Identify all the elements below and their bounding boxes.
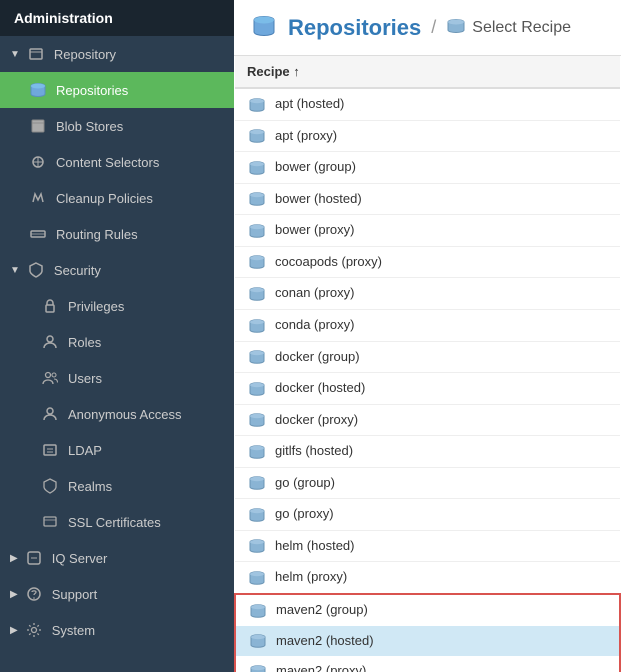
sidebar-item-cleanup-policies[interactable]: Cleanup Policies	[0, 180, 234, 216]
table-row[interactable]: apt (hosted)	[235, 88, 620, 120]
sidebar-item-roles-label: Roles	[68, 335, 101, 350]
iq-server-icon	[24, 548, 44, 568]
sidebar-item-routing-rules[interactable]: Routing Rules	[0, 216, 234, 252]
sidebar-item-roles[interactable]: Roles	[0, 324, 234, 360]
page-subtitle: Select Recipe	[472, 19, 571, 37]
sidebar-item-realms-label: Realms	[68, 479, 112, 494]
sidebar-section-security-label: Security	[54, 263, 101, 278]
table-row[interactable]: helm (proxy)	[235, 562, 620, 594]
table-row[interactable]: bower (group)	[235, 152, 620, 184]
sidebar-item-privileges[interactable]: Privileges	[0, 288, 234, 324]
sidebar-section-repository-label: Repository	[54, 47, 116, 62]
table-row[interactable]: conda (proxy)	[235, 309, 620, 341]
sidebar-item-ssl-certificates-label: SSL Certificates	[68, 515, 161, 530]
sidebar-item-realms[interactable]: Realms	[0, 468, 234, 504]
repository-icon	[26, 44, 46, 64]
chevron-right-icon-iq: ▶	[10, 553, 18, 564]
sidebar-section-support[interactable]: ▶ Support	[0, 576, 234, 612]
sidebar-item-ldap[interactable]: LDAP	[0, 432, 234, 468]
sidebar-section-iq-server[interactable]: ▶ IQ Server	[0, 540, 234, 576]
realms-icon	[40, 476, 60, 496]
roles-icon	[40, 332, 60, 352]
sidebar-section-iq-server-label: IQ Server	[52, 551, 108, 566]
ldap-icon	[40, 440, 60, 460]
sidebar-item-content-selectors[interactable]: Content Selectors	[0, 144, 234, 180]
column-recipe[interactable]: Recipe ↑	[235, 56, 620, 88]
sidebar-item-blob-stores-label: Blob Stores	[56, 119, 123, 134]
cleanup-policies-icon	[28, 188, 48, 208]
main-header: Repositories / Select Recipe	[234, 0, 621, 56]
table-row[interactable]: docker (hosted)	[235, 373, 620, 405]
table-row[interactable]: maven2 (hosted)	[235, 626, 620, 657]
table-row[interactable]: docker (group)	[235, 341, 620, 373]
chevron-right-icon-system: ▶	[10, 625, 18, 636]
table-row[interactable]: go (group)	[235, 467, 620, 499]
chevron-right-icon-support: ▶	[10, 589, 18, 600]
sidebar-item-users[interactable]: Users	[0, 360, 234, 396]
sidebar-item-anonymous-access[interactable]: Anonymous Access	[0, 396, 234, 432]
security-icon	[26, 260, 46, 280]
support-icon	[24, 584, 44, 604]
repositories-icon	[28, 80, 48, 100]
sidebar-item-users-label: Users	[68, 371, 102, 386]
table-row[interactable]: cocoapods (proxy)	[235, 246, 620, 278]
sidebar-item-anonymous-access-label: Anonymous Access	[68, 407, 181, 422]
sidebar-section-repository[interactable]: ▼ Repository	[0, 36, 234, 72]
chevron-down-icon: ▼	[10, 49, 20, 60]
blob-stores-icon	[28, 116, 48, 136]
sidebar-section-security[interactable]: ▼ Security	[0, 252, 234, 288]
ssl-certificates-icon	[40, 512, 60, 532]
table-row[interactable]: gitlfs (hosted)	[235, 436, 620, 468]
table-row[interactable]: go (proxy)	[235, 499, 620, 531]
page-title: Repositories	[288, 15, 421, 41]
users-icon	[40, 368, 60, 388]
repositories-header-icon	[250, 14, 278, 41]
sidebar-item-content-selectors-label: Content Selectors	[56, 155, 159, 170]
sidebar-section-system-label: System	[52, 623, 95, 638]
privileges-icon	[40, 296, 60, 316]
sidebar-item-repositories-label: Repositories	[56, 83, 128, 98]
table-row[interactable]: apt (proxy)	[235, 120, 620, 152]
sidebar-item-routing-rules-label: Routing Rules	[56, 227, 138, 242]
sidebar-header: Administration	[0, 0, 234, 36]
routing-rules-icon	[28, 224, 48, 244]
sidebar-item-cleanup-policies-label: Cleanup Policies	[56, 191, 153, 206]
sidebar-section-support-label: Support	[52, 587, 98, 602]
recipe-table: Recipe ↑ apt (hosted)apt (proxy)bower (g…	[234, 56, 621, 672]
chevron-down-icon-security: ▼	[10, 265, 20, 276]
content-selectors-icon	[28, 152, 48, 172]
sidebar-item-blob-stores[interactable]: Blob Stores	[0, 108, 234, 144]
table-row[interactable]: bower (hosted)	[235, 183, 620, 215]
table-row[interactable]: docker (proxy)	[235, 404, 620, 436]
sidebar: Administration ▼ Repository Repositories…	[0, 0, 234, 672]
table-row[interactable]: maven2 (proxy)	[235, 656, 620, 672]
recipe-table-container[interactable]: Recipe ↑ apt (hosted)apt (proxy)bower (g…	[234, 56, 621, 672]
table-row[interactable]: maven2 (group)	[235, 594, 620, 626]
table-row[interactable]: conan (proxy)	[235, 278, 620, 310]
table-row[interactable]: bower (proxy)	[235, 215, 620, 247]
breadcrumb-separator: /	[431, 17, 436, 38]
system-icon	[24, 620, 44, 640]
table-row[interactable]: helm (hosted)	[235, 530, 620, 562]
sidebar-section-system[interactable]: ▶ System	[0, 612, 234, 648]
sidebar-item-privileges-label: Privileges	[68, 299, 124, 314]
anonymous-icon	[40, 404, 60, 424]
sidebar-item-repositories[interactable]: Repositories	[0, 72, 234, 108]
recipe-icon	[446, 17, 466, 38]
sidebar-item-ldap-label: LDAP	[68, 443, 102, 458]
sidebar-item-ssl-certificates[interactable]: SSL Certificates	[0, 504, 234, 540]
main-content: Repositories / Select Recipe Recipe ↑ ap…	[234, 0, 621, 672]
